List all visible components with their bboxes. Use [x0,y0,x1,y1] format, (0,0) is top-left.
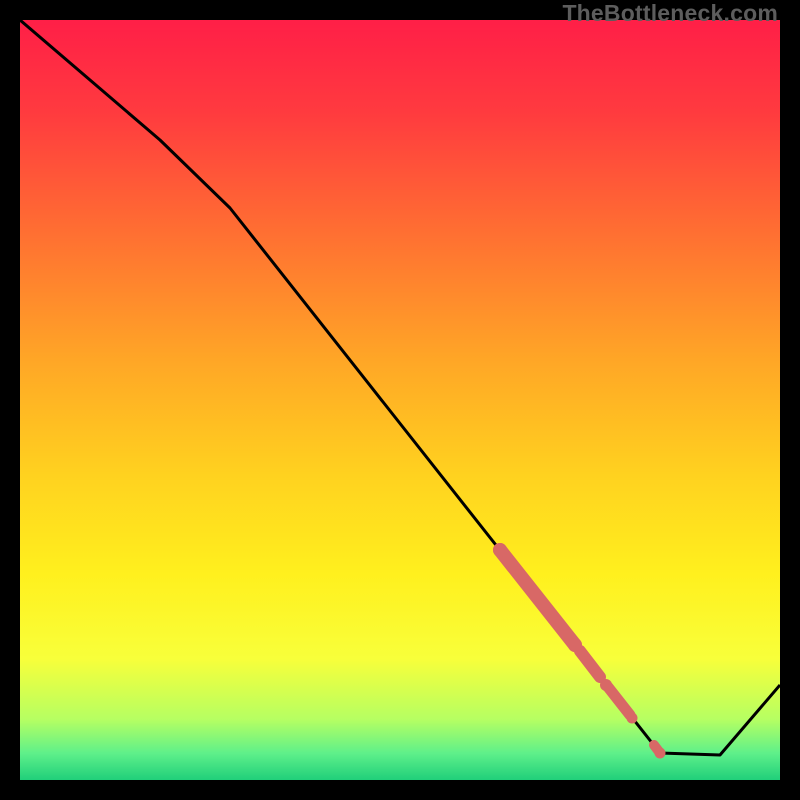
gradient-background [20,20,780,780]
bottleneck-chart [20,20,780,780]
watermark-text: TheBottleneck.com [562,0,778,27]
